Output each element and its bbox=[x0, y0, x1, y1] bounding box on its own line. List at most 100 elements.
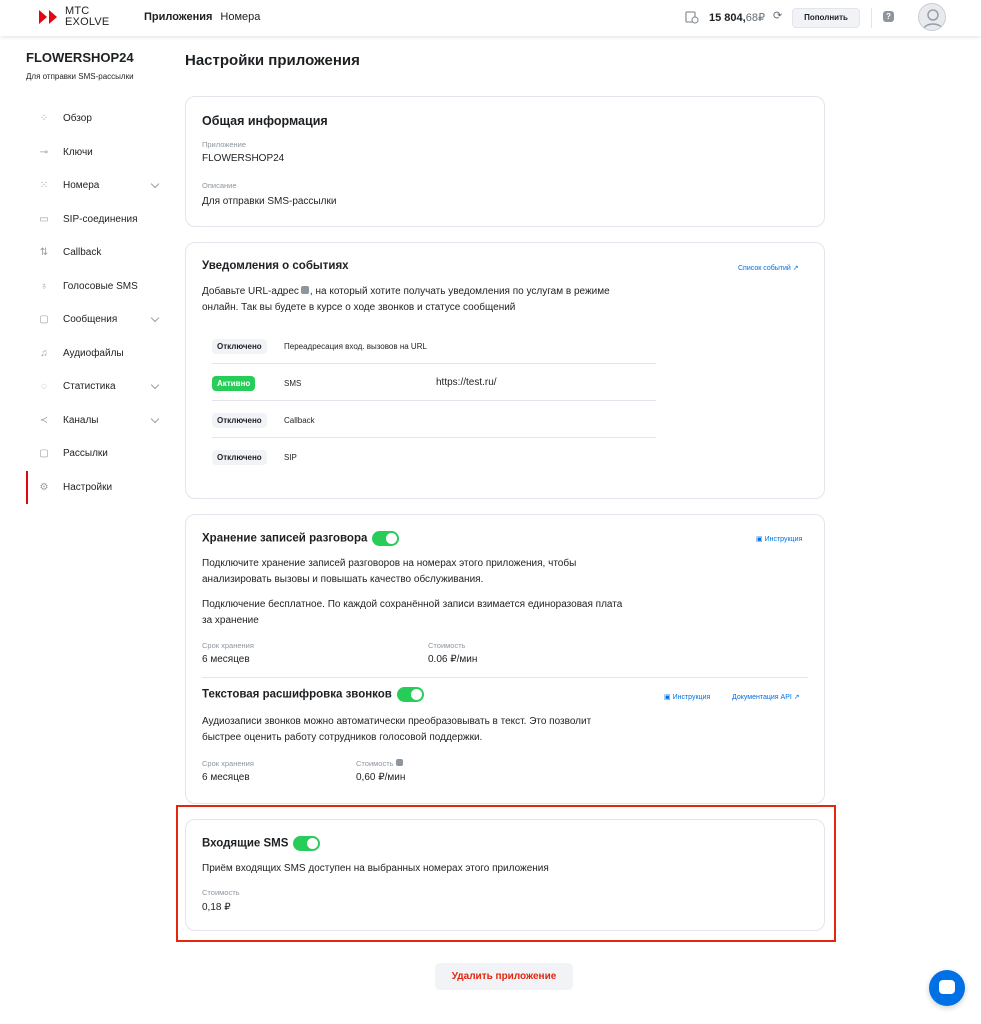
transcription-instruction-link[interactable]: ▣ Инструкция bbox=[664, 693, 710, 701]
external-arrow-icon: ↗ bbox=[793, 694, 800, 701]
overview-icon: ⁘ bbox=[39, 113, 49, 125]
sidebar-item-label: Callback bbox=[63, 247, 102, 259]
sidebar-item-settings[interactable]: ⚙ Настройки bbox=[26, 470, 166, 504]
sidebar-item-callback[interactable]: ⇅ Callback bbox=[26, 236, 166, 270]
sidebar-item-sip[interactable]: ▭ SIP-соединения bbox=[26, 203, 166, 237]
help-icon[interactable]: ? bbox=[883, 11, 894, 22]
dialpad-icon: ⁙ bbox=[39, 180, 49, 192]
info-icon[interactable] bbox=[300, 286, 309, 294]
external-arrow-icon: ↗ bbox=[792, 265, 799, 272]
refresh-icon[interactable]: ⟳ bbox=[773, 9, 782, 22]
event-url: https://test.ru/ bbox=[436, 377, 497, 388]
sidebar-item-voice-sms[interactable]: ♁ Голосовые SMS bbox=[26, 270, 166, 304]
sidebar-item-keys[interactable]: ⊸ Ключи bbox=[26, 136, 166, 170]
recording-title-text: Хранение записей разговора bbox=[202, 532, 368, 545]
nav-numbers[interactable]: Номера bbox=[220, 11, 260, 23]
recording-text-line1: Подключите хранение записей разговоров н… bbox=[202, 558, 577, 569]
description-label: Описание bbox=[202, 181, 237, 190]
sidebar-item-stats[interactable]: ◌ Статистика bbox=[26, 370, 166, 404]
chevron-down-icon bbox=[150, 380, 160, 390]
event-name: Callback bbox=[284, 416, 315, 425]
user-icon bbox=[922, 9, 944, 30]
chart-icon: ◌ bbox=[41, 381, 47, 393]
recording-period-value: 6 месяцев bbox=[202, 654, 250, 665]
sidebar-item-audio[interactable]: ♫ Аудиофайлы bbox=[26, 337, 166, 371]
notifications-card: Уведомления о событиях Список событий ↗ … bbox=[185, 242, 825, 499]
event-row-sip[interactable]: Отключено SIP bbox=[212, 438, 656, 475]
chevron-down-icon bbox=[150, 179, 160, 189]
chat-button[interactable] bbox=[929, 970, 965, 1006]
share-icon: ≺ bbox=[39, 414, 49, 426]
sidebar-item-channels[interactable]: ≺ Каналы bbox=[26, 404, 166, 438]
status-badge: Отключено bbox=[212, 413, 267, 428]
api-docs-label: Документация API bbox=[732, 694, 792, 701]
logo[interactable]: МТС EXOLVE bbox=[37, 6, 109, 28]
sidebar-item-overview[interactable]: ⁘ Обзор bbox=[26, 102, 166, 136]
event-name: SIP bbox=[284, 453, 297, 462]
app-label: Приложение bbox=[202, 140, 246, 149]
general-info-card: Общая информация Приложение FLOWERSHOP24… bbox=[185, 96, 825, 227]
general-info-title: Общая информация bbox=[202, 114, 328, 128]
top-bar: МТС EXOLVE Приложения Номера 15 804,68₽ … bbox=[0, 0, 981, 36]
event-row-callback[interactable]: Отключено Callback bbox=[212, 401, 656, 438]
api-docs-link[interactable]: Документация API ↗ bbox=[732, 693, 800, 701]
sidebar-item-label: Настройки bbox=[63, 481, 113, 493]
status-badge: Активно bbox=[212, 376, 256, 391]
key-icon: ⊸ bbox=[39, 146, 49, 158]
notifications-text-part3: онлайн. Так вы будете в курсе о ходе зво… bbox=[202, 302, 516, 313]
recording-instruction-link[interactable]: ▣ Инструкция bbox=[756, 535, 802, 543]
sidebar: ⁘ Обзор ⊸ Ключи ⁙ Номера ▭ SIP-соединения ⇅ C… bbox=[26, 102, 166, 504]
sidebar-item-label: Каналы bbox=[63, 414, 99, 426]
transcription-toggle[interactable] bbox=[396, 687, 424, 702]
logo-line2: EXOLVE bbox=[65, 16, 110, 28]
balance-main: 15 804, bbox=[709, 12, 746, 24]
section-divider bbox=[202, 677, 808, 678]
info-icon[interactable] bbox=[395, 759, 403, 766]
sidebar-item-label: Сообщения bbox=[63, 314, 118, 326]
recording-title: Хранение записей разговора bbox=[202, 531, 400, 546]
sidebar-item-label: Статистика bbox=[63, 381, 116, 393]
nav-applications[interactable]: Приложения bbox=[144, 11, 212, 23]
sidebar-item-label: Аудиофайлы bbox=[63, 347, 124, 359]
recording-instruction-label: Инструкция bbox=[764, 536, 803, 543]
logo-text: МТС EXOLVE bbox=[65, 6, 109, 28]
recording-toggle[interactable] bbox=[372, 531, 400, 546]
sip-icon: ▭ bbox=[39, 213, 49, 225]
transcription-text-line2: быстрее оценить работу сотрудников голос… bbox=[202, 732, 483, 743]
transcription-period-value: 6 месяцев bbox=[202, 772, 250, 783]
sidebar-item-label: Голосовые SMS bbox=[63, 280, 138, 292]
status-badge: Отключено bbox=[212, 450, 267, 465]
event-row-redirect[interactable]: Отключено Переадресация вход. вызовов на… bbox=[212, 327, 656, 364]
highlight-frame bbox=[176, 805, 836, 942]
sidebar-item-label: Ключи bbox=[63, 146, 93, 158]
message-icon: ▢ bbox=[39, 314, 49, 326]
recording-cost-value: 0.06 ₽/мин bbox=[428, 654, 478, 665]
transcription-period-label: Срок хранения bbox=[202, 759, 254, 768]
avatar[interactable] bbox=[918, 3, 946, 31]
transcription-instruction-label: Инструкция bbox=[672, 694, 711, 701]
notifications-text-part1: Добавьте URL-адрес bbox=[202, 286, 299, 297]
recording-period-label: Срок хранения bbox=[202, 641, 254, 650]
header-divider bbox=[871, 8, 872, 28]
delete-app-button[interactable]: Удалить приложение bbox=[435, 963, 573, 990]
recording-fee-line1: Подключение бесплатное. По каждой сохран… bbox=[202, 599, 623, 610]
recording-text-line2: анализировать вызовы и повышать качество… bbox=[202, 574, 484, 585]
transcription-text: Аудиозаписи звонков можно автоматически … bbox=[202, 714, 672, 746]
wallet-icon bbox=[685, 11, 699, 24]
sidebar-item-messages[interactable]: ▢ Сообщения bbox=[26, 303, 166, 337]
sidebar-item-numbers[interactable]: ⁙ Номера bbox=[26, 169, 166, 203]
document-icon: ▣ bbox=[756, 536, 763, 543]
sidebar-item-mailings[interactable]: ▢ Рассылки bbox=[26, 437, 166, 471]
topup-button[interactable]: Пополнить bbox=[792, 8, 860, 28]
transcription-cost-value: 0,60 ₽/мин bbox=[356, 772, 406, 783]
event-name: SMS bbox=[284, 379, 302, 388]
transcription-cost-label: Стоимость bbox=[356, 759, 403, 768]
chat-icon bbox=[939, 980, 955, 994]
status-badge: Отключено bbox=[212, 339, 267, 354]
events-list-link[interactable]: Список событий ↗ bbox=[738, 264, 799, 272]
app-value: FLOWERSHOP24 bbox=[202, 153, 285, 164]
event-row-sms[interactable]: Активно SMS https://test.ru/ bbox=[212, 364, 656, 401]
recording-fee-text: Подключение бесплатное. По каждой сохран… bbox=[202, 597, 672, 629]
notifications-title: Уведомления о событиях bbox=[202, 260, 349, 272]
top-nav: Приложения Номера bbox=[144, 11, 260, 23]
